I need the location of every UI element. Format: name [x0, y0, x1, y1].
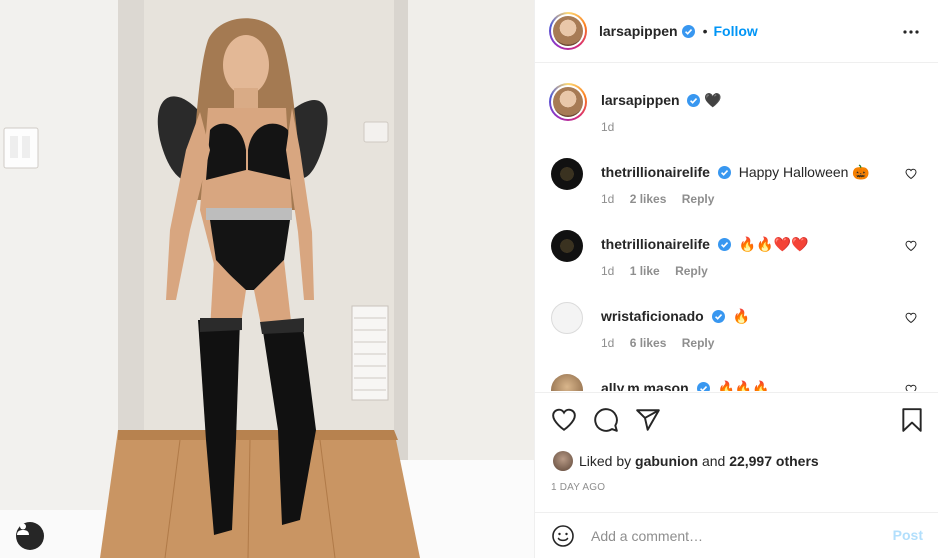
post-actions: Liked by gabunion and 22,997 others 1 DA…	[535, 392, 938, 558]
bookmark-icon	[902, 408, 922, 432]
post-header: larsapippen • Follow	[535, 0, 938, 63]
save-button[interactable]	[899, 407, 925, 433]
comment-likes[interactable]: 6 likes	[630, 336, 667, 350]
comment-text: Happy Halloween 🎃	[738, 164, 870, 180]
header-separator: •	[702, 23, 708, 39]
commenter-username[interactable]: thetrillionairelife	[601, 236, 710, 252]
commenter-username[interactable]: thetrillionairelife	[601, 164, 710, 180]
liker-avatar[interactable]	[553, 451, 573, 471]
comment-likes[interactable]: 1 like	[630, 264, 660, 278]
emoji-button[interactable]	[551, 524, 575, 548]
photo-illustration	[0, 0, 534, 558]
likes-conj: and	[701, 453, 726, 469]
comment-age[interactable]: 1d	[601, 336, 614, 350]
comment-text: 🔥🔥🔥	[717, 380, 770, 391]
post-date[interactable]: 1 DAY AGO	[551, 482, 605, 493]
comment-text: 🔥🔥❤️❤️	[738, 236, 809, 252]
verified-badge-icon	[687, 94, 701, 107]
comment-like-heart-icon[interactable]	[905, 312, 917, 324]
follow-button[interactable]: Follow	[714, 23, 758, 39]
comment-like-heart-icon[interactable]	[905, 384, 917, 391]
post-details-panel: larsapippen • Follow larsapippen 🖤 1d th…	[534, 0, 938, 558]
like-button[interactable]	[551, 407, 577, 433]
verified-badge-icon	[711, 310, 725, 323]
comment-like-heart-icon[interactable]	[905, 168, 917, 180]
comment-input[interactable]	[591, 527, 871, 544]
share-button[interactable]	[635, 407, 661, 433]
commenter-avatar[interactable]	[551, 302, 583, 334]
verified-badge-icon	[681, 24, 695, 38]
comment-item: ally.m.mason 🔥🔥🔥	[551, 374, 931, 391]
heart-icon	[552, 408, 576, 431]
commenter-avatar[interactable]	[551, 374, 583, 391]
reply-button[interactable]: Reply	[682, 192, 715, 206]
comments-list[interactable]: larsapippen 🖤 1d thetrillionairelife Hap…	[535, 64, 938, 391]
comment-item: thetrillionairelife 🔥🔥❤️❤️ 1d 1 like Rep…	[551, 230, 931, 290]
share-icon	[636, 409, 660, 431]
post-caption: larsapippen 🖤 1d	[549, 83, 722, 134]
more-options-button[interactable]	[901, 22, 921, 42]
comment-item: wristaficionado 🔥 1d 6 likes Reply	[551, 302, 931, 362]
post-photo[interactable]	[0, 0, 534, 558]
add-comment-bar: Post	[535, 512, 938, 558]
comment-icon	[594, 408, 618, 432]
comment-button[interactable]	[593, 407, 619, 433]
instagram-post: larsapippen • Follow larsapippen 🖤 1d th…	[0, 0, 938, 558]
comment-like-heart-icon[interactable]	[905, 240, 917, 252]
more-horizontal-icon	[903, 30, 919, 34]
commenter-username[interactable]: ally.m.mason	[601, 380, 689, 391]
tagged-user-button[interactable]	[16, 522, 44, 550]
reply-button[interactable]: Reply	[675, 264, 708, 278]
verified-badge-icon	[696, 382, 710, 391]
caption-username[interactable]: larsapippen	[601, 92, 680, 108]
commenter-avatar[interactable]	[551, 230, 583, 262]
comment-age[interactable]: 1d	[601, 192, 614, 206]
verified-badge-icon	[717, 166, 731, 179]
caption-text: 🖤	[704, 92, 722, 108]
smiley-icon	[552, 524, 574, 547]
likes-prefix: Liked by	[579, 453, 632, 469]
caption-avatar[interactable]	[549, 83, 587, 121]
person-icon	[17, 523, 29, 535]
commenter-avatar[interactable]	[551, 158, 583, 190]
liker-username[interactable]: gabunion	[635, 453, 698, 469]
likes-summary: Liked by gabunion and 22,997 others	[553, 451, 819, 471]
comment-age[interactable]: 1d	[601, 264, 614, 278]
likes-others-link[interactable]: 22,997 others	[729, 453, 819, 469]
comment-item: thetrillionairelife Happy Halloween 🎃 1d…	[551, 158, 931, 218]
author-username[interactable]: larsapippen	[599, 23, 678, 39]
verified-badge-icon	[717, 238, 731, 251]
commenter-username[interactable]: wristaficionado	[601, 308, 704, 324]
comment-likes[interactable]: 2 likes	[630, 192, 667, 206]
caption-age[interactable]: 1d	[601, 120, 614, 134]
post-comment-button[interactable]: Post	[893, 527, 923, 543]
author-avatar[interactable]	[549, 12, 587, 50]
comment-text: 🔥	[732, 308, 750, 324]
reply-button[interactable]: Reply	[682, 336, 715, 350]
